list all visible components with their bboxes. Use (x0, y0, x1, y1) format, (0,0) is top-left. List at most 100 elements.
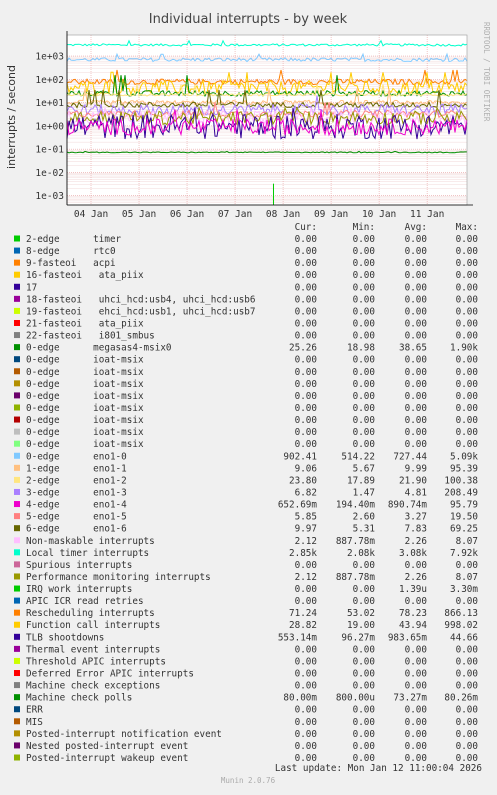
legend-swatch (14, 247, 20, 254)
legend-value: 0.00 (405, 656, 427, 667)
legend-value: 80.00m (283, 693, 317, 704)
legend-value: 53.02 (347, 608, 375, 619)
legend-value: 0.00 (456, 596, 478, 607)
legend-value: 0.00 (295, 306, 317, 317)
legend-value: 0.00 (456, 403, 478, 414)
legend-value: 2.85k (289, 548, 317, 559)
legend-value: 800.00u (336, 693, 375, 704)
legend-value: 0.00 (405, 391, 427, 402)
legend-value: 0.00 (295, 729, 317, 740)
legend-series-name: Threshold APIC interrupts (26, 656, 166, 667)
legend-value: 0.00 (456, 705, 478, 716)
y-tick-label: 1e+01 (35, 98, 64, 109)
legend-value: 0.00 (405, 258, 427, 269)
legend-swatch (14, 561, 20, 568)
legend-value: 0.00 (405, 403, 427, 414)
legend-swatch (14, 537, 20, 544)
legend-swatch (14, 440, 20, 447)
legend-value: 0.00 (405, 717, 427, 728)
legend-value: 0.00 (295, 234, 317, 245)
legend-value: 0.00 (353, 644, 375, 655)
legend-value: 19.00 (347, 620, 375, 631)
legend-swatch (14, 549, 20, 556)
legend-series-name: IRQ work interrupts (26, 584, 132, 595)
legend-value: 0.00 (405, 270, 427, 281)
legend-value: 0.00 (405, 644, 427, 655)
legend-value: 0.00 (405, 729, 427, 740)
legend-value: 0.00 (353, 427, 375, 438)
legend-value: 0.00 (295, 391, 317, 402)
legend-value: 0.00 (295, 596, 317, 607)
legend-swatch (14, 344, 20, 351)
footer-version: Munin 2.0.76 (221, 776, 276, 785)
legend-value: 0.00 (405, 234, 427, 245)
legend-series-name: Rescheduling interrupts (26, 608, 155, 619)
legend-value: 0.00 (456, 439, 478, 450)
x-tick-label: 11 Jan (410, 209, 444, 220)
column-header: Min: (353, 222, 375, 233)
legend-value: 194.40m (336, 500, 376, 511)
x-tick-label: 10 Jan (362, 209, 396, 220)
column-header: Avg: (405, 222, 427, 233)
legend-value: 0.00 (456, 741, 478, 752)
legend-series-name: 4-edge eno1-4 (26, 500, 127, 511)
legend-value: 0.00 (295, 741, 317, 752)
x-tick-label: 08 Jan (266, 209, 300, 220)
legend-series-name: 0-edge megasas4-msix0 (26, 343, 172, 354)
legend-value: 0.00 (353, 560, 375, 571)
legend-value: 0.00 (295, 656, 317, 667)
legend-value: 0.00 (295, 415, 317, 426)
x-tick-label: 06 Jan (170, 209, 204, 220)
legend-swatch (14, 670, 20, 677)
legend-value: 0.00 (353, 270, 375, 281)
legend-value: 866.13 (444, 608, 478, 619)
legend-series-name: Function call interrupts (26, 620, 160, 631)
legend-value: 0.00 (295, 584, 317, 595)
legend-value: 80.26m (444, 693, 478, 704)
legend-series-name: 2-edge timer (26, 234, 122, 245)
legend-value: 0.00 (456, 681, 478, 692)
legend-swatch (14, 283, 20, 290)
legend-swatch (14, 621, 20, 628)
legend-value: 8.07 (456, 572, 478, 583)
legend-value: 3.30m (450, 584, 478, 595)
y-axis-label: interrupts / second (5, 65, 18, 169)
legend-value: 2.12 (295, 572, 317, 583)
legend-swatch (14, 392, 20, 399)
legend-value: 1.90k (450, 343, 478, 354)
legend-value: 4.81 (405, 487, 427, 498)
legend-swatch (14, 488, 20, 495)
legend-value: 0.00 (405, 596, 427, 607)
legend-value: 514.22 (341, 451, 375, 462)
legend-value: 73.27m (393, 693, 427, 704)
legend-value: 8.07 (456, 536, 478, 547)
legend-value: 0.00 (456, 367, 478, 378)
legend-value: 0.00 (353, 391, 375, 402)
legend-value: 5.31 (353, 524, 375, 535)
legend-series-name: 16-fasteoi ata_piix (26, 270, 144, 281)
legend-series-name: 22-fasteoi i801_smbus (26, 331, 155, 342)
legend-value: 887.78m (336, 572, 376, 583)
legend-value: 5.67 (353, 463, 375, 474)
legend-series-name: 1-edge eno1-1 (26, 463, 127, 474)
legend-value: 0.00 (353, 379, 375, 390)
legend-value: 0.00 (353, 318, 375, 329)
legend-value: 7.92k (450, 548, 478, 559)
legend-series-name: 0-edge eno1-0 (26, 451, 127, 462)
legend-series-name: 0-edge ioat-msix (26, 367, 144, 378)
legend-value: 983.65m (388, 632, 428, 643)
legend-value: 0.00 (405, 294, 427, 305)
legend-swatch (14, 404, 20, 411)
legend-swatch (14, 573, 20, 580)
legend-swatch (14, 476, 20, 483)
legend-value: 0.00 (295, 427, 317, 438)
x-tick-label: 05 Jan (122, 209, 156, 220)
legend-series-name: 0-edge ioat-msix (26, 403, 144, 414)
legend-swatch (14, 295, 20, 302)
legend-value: 0.00 (405, 306, 427, 317)
legend-value: 998.02 (444, 620, 478, 631)
legend-series-name: 0-edge ioat-msix (26, 355, 144, 366)
legend-value: 0.00 (405, 439, 427, 450)
legend-value: 21.90 (399, 475, 427, 486)
legend-value: 0.00 (456, 258, 478, 269)
